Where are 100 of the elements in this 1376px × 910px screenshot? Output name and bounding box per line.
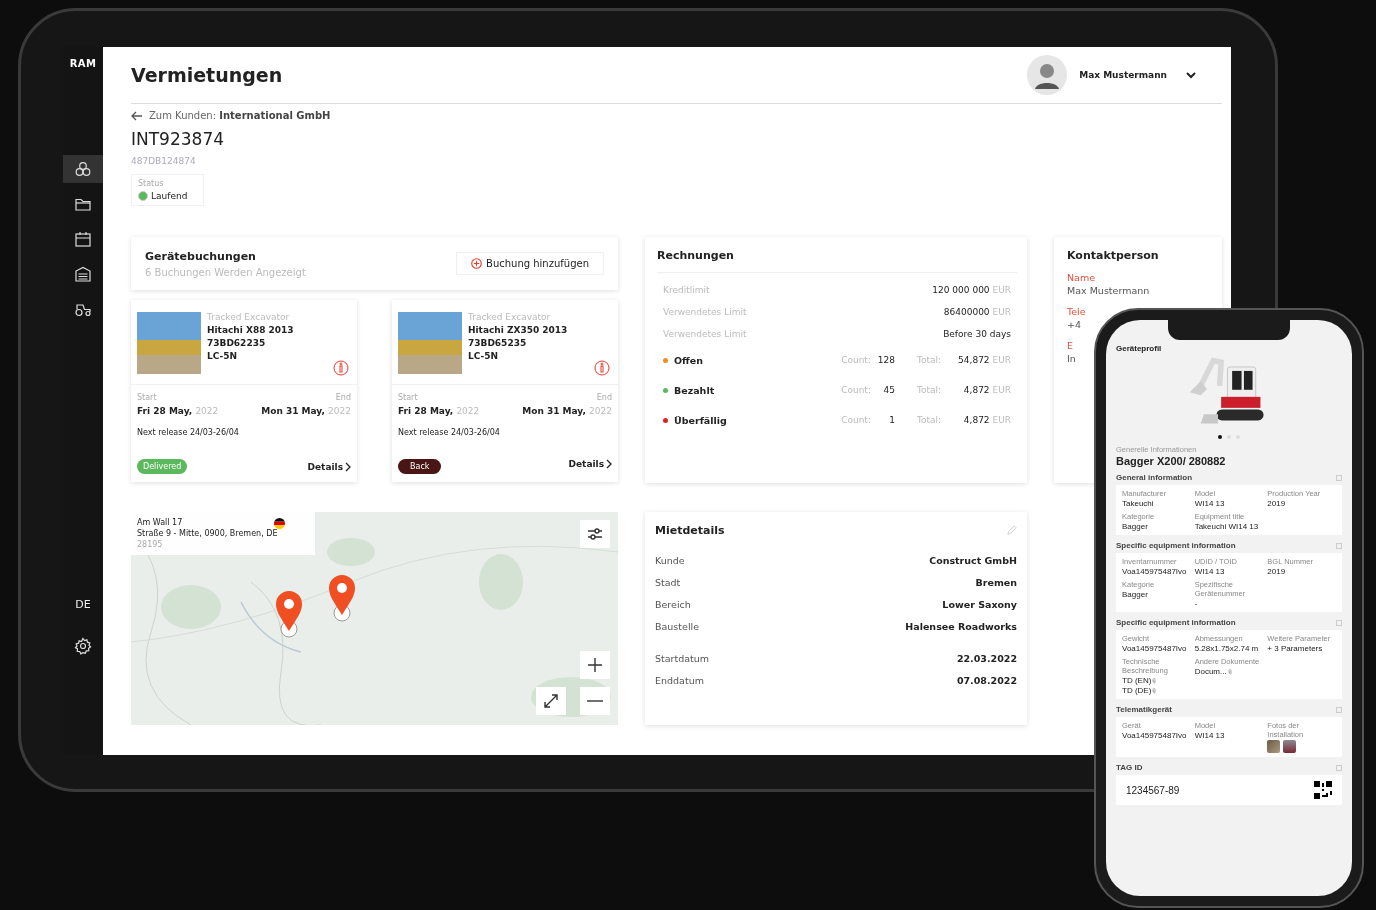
fullscreen-button[interactable] xyxy=(536,687,566,715)
app-logo: RAM xyxy=(69,58,97,69)
settings-icon[interactable] xyxy=(74,637,92,655)
section-title: Gerätebuchungen xyxy=(145,249,257,263)
equipment-type: Tracked Excavator xyxy=(468,312,552,322)
hexagons-icon xyxy=(74,160,92,178)
field-value: +4 xyxy=(1067,319,1081,330)
total-value: 4,872 EUR xyxy=(962,385,1011,395)
paperclip-icon xyxy=(1227,668,1233,675)
arrow-left-icon[interactable] xyxy=(131,110,143,121)
invoice-status: Offen xyxy=(674,354,704,366)
start-label: Start xyxy=(398,393,419,402)
document-link[interactable]: TD (DE) xyxy=(1122,686,1191,695)
status-value: Laufend xyxy=(151,191,188,201)
start-label: Start xyxy=(137,393,158,402)
chevron-icon xyxy=(345,461,351,472)
tag-id: 1234567-89 xyxy=(1126,784,1180,796)
field-value: Bagger xyxy=(1122,522,1149,531)
carousel-dot[interactable] xyxy=(1218,435,1222,439)
detail-value: 07.08.2022 xyxy=(956,674,1017,686)
language-button[interactable]: DE xyxy=(75,598,91,611)
calendar-icon xyxy=(74,230,92,248)
avatar xyxy=(1027,55,1068,95)
field-value: Bagger xyxy=(1122,590,1149,599)
field-value: 2019 xyxy=(1267,499,1287,508)
sliders-icon xyxy=(586,525,604,543)
field-label: Tele xyxy=(1067,306,1086,317)
count-label: Count: xyxy=(841,385,871,395)
limit-label: Verwendetes Limit xyxy=(663,307,747,317)
field-value: Voa145975487Ivo xyxy=(1122,731,1188,740)
detail-label: Stadt xyxy=(655,576,681,588)
detail-value: Construct GmbH xyxy=(929,554,1017,566)
detail-label: Startdatum xyxy=(655,652,710,664)
equipment-type: Tracked Excavator xyxy=(207,312,291,322)
field-value: Takeuchi xyxy=(1122,499,1155,508)
status-badge: Delivered xyxy=(137,459,188,474)
address-line: Straße 9 - Mitte, 0900, Bremen, DE xyxy=(137,529,278,538)
start-date: Fri 28 May, 2022 xyxy=(137,406,219,416)
detail-value: 22.03.2022 xyxy=(956,652,1017,664)
limit-label: Verwendetes Limit xyxy=(663,329,747,339)
field-value: WI14 13 xyxy=(1194,567,1226,576)
map-pin-icon[interactable] xyxy=(275,590,303,638)
field-value: - xyxy=(1194,599,1199,608)
field-value: Max Mustermann xyxy=(1067,285,1150,296)
photo-placeholder xyxy=(398,312,462,374)
photo-placeholder xyxy=(137,312,201,374)
details-link[interactable]: Details xyxy=(307,461,351,472)
info-icon[interactable] xyxy=(333,360,349,376)
detail-value: Lower Saxony xyxy=(942,598,1017,610)
next-release: Next release 24/03-26/04 xyxy=(137,428,240,437)
detail-value: Bremen xyxy=(975,576,1017,588)
chevron-icon xyxy=(606,458,612,469)
document-link[interactable]: TD (EN) xyxy=(1122,676,1191,685)
chevron-down-icon[interactable] xyxy=(1185,69,1197,81)
field-value: WI14 13 xyxy=(1194,731,1226,740)
map-filter-button[interactable] xyxy=(580,520,610,548)
equipment-name: Hitachi ZX350 2013 xyxy=(468,325,568,335)
limit-value: 86400000 EUR xyxy=(943,307,1011,317)
zoom-in-button[interactable] xyxy=(580,651,610,679)
info-icon[interactable] xyxy=(594,360,610,376)
status-label: Status xyxy=(138,179,165,188)
count-value: 45 xyxy=(882,385,895,395)
rental-id: INT923874 xyxy=(131,129,225,149)
user-name: Max Mustermann xyxy=(1079,70,1167,80)
bookings-count: 6 Buchungen Werden Angezeigt xyxy=(145,266,306,278)
card-title: Rechnungen xyxy=(657,249,735,262)
card-title: Kontaktperson xyxy=(1067,249,1160,262)
sidebar-item[interactable] xyxy=(63,155,103,183)
map-pin-icon[interactable] xyxy=(328,574,356,622)
plus-icon xyxy=(586,656,604,674)
section-title: General information xyxy=(1116,473,1192,482)
detail-label: Kunde xyxy=(655,554,685,566)
end-label: End xyxy=(335,393,351,402)
section-title: Telematikgerät xyxy=(1116,705,1172,714)
garage-icon xyxy=(74,265,92,283)
zoom-out-button[interactable] xyxy=(580,687,610,715)
end-date: Mon 31 May, 2022 xyxy=(261,406,351,416)
section-title: Specific equipment information xyxy=(1116,618,1236,627)
details-link[interactable]: Details xyxy=(568,458,612,469)
count-label: Count: xyxy=(841,415,871,425)
section-title: TAG ID xyxy=(1116,763,1143,772)
total-value: 4,872 EUR xyxy=(962,415,1011,425)
document-link[interactable]: Docum... xyxy=(1194,667,1264,676)
field-label: E xyxy=(1067,340,1073,351)
photo-thumbnail[interactable] xyxy=(1267,740,1281,753)
back-link[interactable]: Zum Kunden: International GmbH xyxy=(149,110,331,121)
limit-value: 120 000 000 EUR xyxy=(932,285,1011,295)
limit-label: Kreditlimit xyxy=(663,285,710,295)
start-date: Fri 28 May, 2022 xyxy=(398,406,480,416)
total-label: Total: xyxy=(916,415,941,425)
add-booking-button[interactable]: Buchung hinzufügen xyxy=(456,252,604,275)
card-title: Mietdetails xyxy=(655,524,725,537)
invoice-status: Überfällig xyxy=(674,414,728,426)
count-value: 128 xyxy=(876,355,895,365)
field-value: Takeuchi WI14 13 xyxy=(1194,522,1260,531)
qr-code-icon xyxy=(1314,781,1332,799)
photo-thumbnail[interactable] xyxy=(1283,740,1297,753)
plus-icon xyxy=(471,258,482,269)
invoice-status: Bezahlt xyxy=(674,384,716,396)
flag-icon xyxy=(274,518,285,529)
